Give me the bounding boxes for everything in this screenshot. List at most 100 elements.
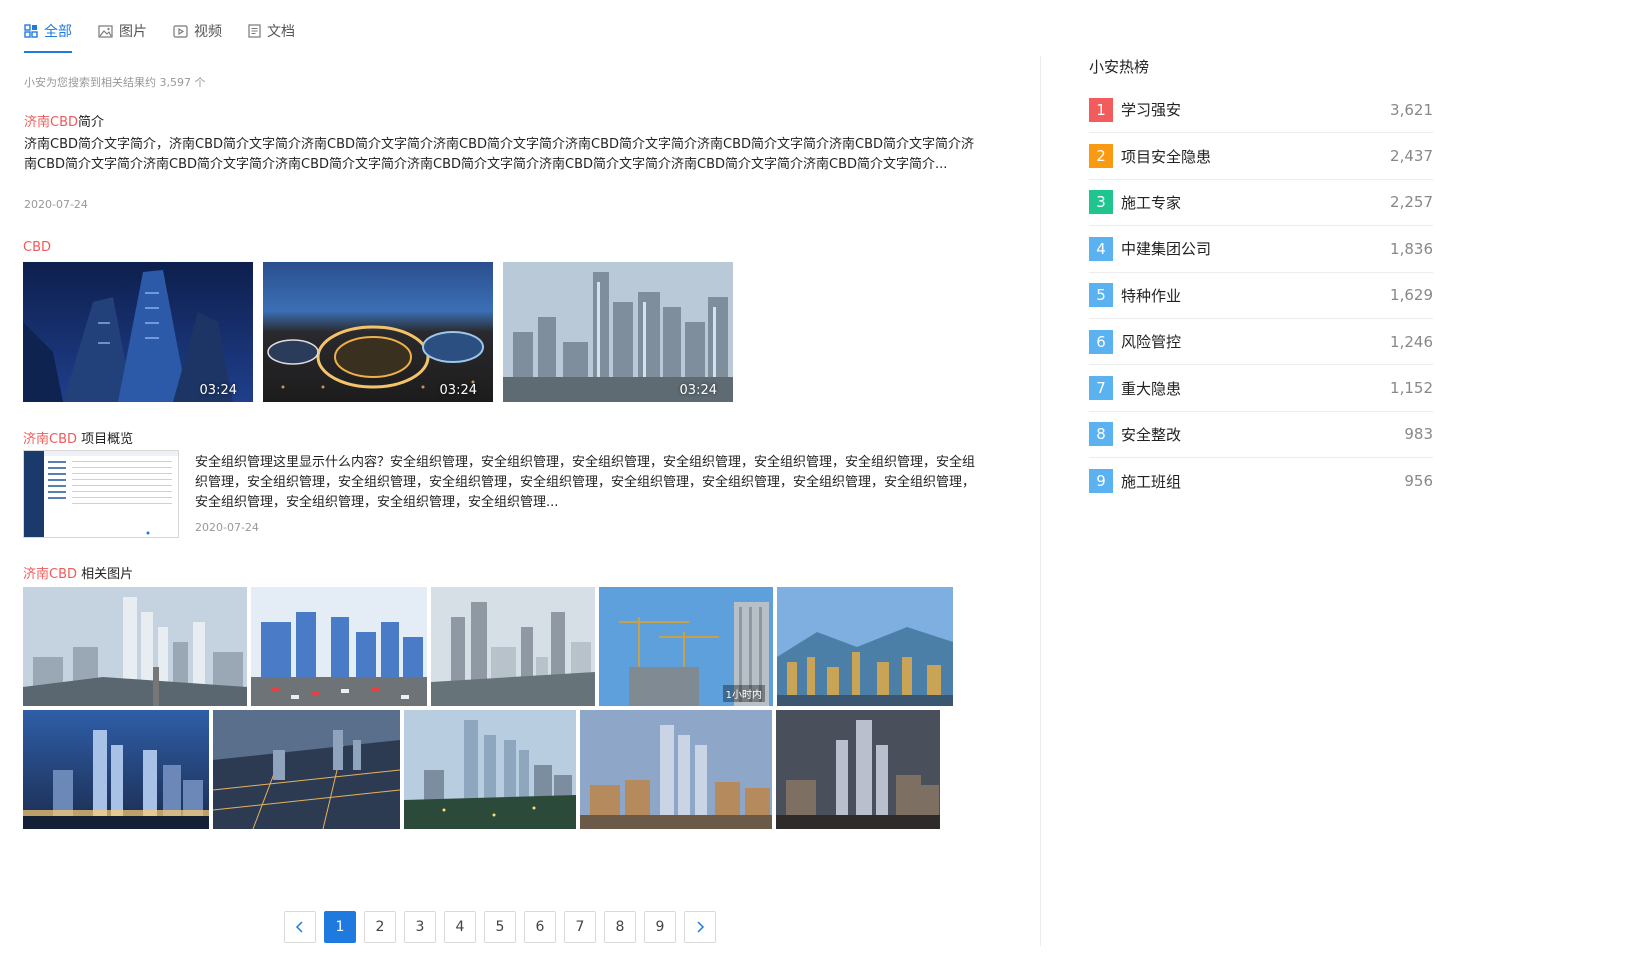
hot-item-label: 重大隐患 xyxy=(1121,379,1182,398)
hot-item-count: 2,437 xyxy=(1390,147,1433,166)
hot-item-label: 安全整改 xyxy=(1121,425,1182,444)
hot-list-item[interactable]: 4 中建集团公司 1,836 xyxy=(1089,226,1433,273)
hot-list-item[interactable]: 5 特种作业 1,629 xyxy=(1089,273,1433,319)
grid-icon xyxy=(24,24,38,38)
page-button[interactable]: 3 xyxy=(404,911,436,943)
result-title-overview[interactable]: 济南CBD 项目概览 xyxy=(23,428,133,447)
page-button[interactable]: 1 xyxy=(324,911,356,943)
image-grid-row: 1小时内 xyxy=(23,587,953,706)
hot-item-label: 中建集团公司 xyxy=(1121,240,1212,259)
related-image[interactable] xyxy=(580,710,772,829)
hot-list-item[interactable]: 2 项目安全隐患 2,437 xyxy=(1089,133,1433,180)
prev-page-button[interactable] xyxy=(284,911,316,943)
title-highlight: 济南CBD xyxy=(23,567,78,582)
result-count: 小安为您搜索到相关结果约 3,597 个 xyxy=(24,76,206,89)
rank-badge: 7 xyxy=(1089,376,1113,401)
hot-item-label: 施工班组 xyxy=(1121,472,1182,491)
hot-item-count: 956 xyxy=(1404,472,1433,491)
related-image[interactable] xyxy=(23,710,209,829)
image-grid-row xyxy=(23,710,940,829)
rank-badge: 4 xyxy=(1089,236,1113,261)
video-icon xyxy=(173,24,188,38)
rank-badge: 8 xyxy=(1089,422,1113,447)
result-date: 2020-07-24 xyxy=(195,521,259,534)
related-image[interactable] xyxy=(213,710,400,829)
related-image[interactable] xyxy=(23,587,247,706)
pagination: 1 2 3 4 5 6 7 8 9 xyxy=(284,911,716,943)
hot-list-item[interactable]: 7 重大隐患 1,152 xyxy=(1089,365,1433,412)
hot-item-label: 项目安全隐患 xyxy=(1121,147,1212,166)
hot-list-item[interactable]: 9 施工班组 956 xyxy=(1089,458,1433,504)
document-thumbnail[interactable] xyxy=(23,450,179,538)
hot-item-label: 特种作业 xyxy=(1121,286,1182,305)
tab-images[interactable]: 图片 xyxy=(98,20,147,42)
title-rest: 项目概览 xyxy=(77,432,134,447)
related-image[interactable] xyxy=(777,587,953,706)
hot-item-count: 1,152 xyxy=(1390,379,1433,398)
video-section-title[interactable]: CBD xyxy=(23,240,51,255)
hot-item-count: 1,629 xyxy=(1390,286,1433,305)
title-rest: 简介 xyxy=(78,115,105,130)
rank-badge: 5 xyxy=(1089,283,1113,308)
tab-all[interactable]: 全部 xyxy=(24,20,72,53)
rank-badge: 3 xyxy=(1089,190,1113,215)
chevron-left-icon xyxy=(295,921,303,933)
video-thumbnail[interactable]: 03:24 xyxy=(263,262,493,402)
video-duration: 03:24 xyxy=(679,383,717,398)
hot-list-item[interactable]: 1 学习强安 3,621 xyxy=(1089,87,1433,134)
related-image[interactable] xyxy=(776,710,940,829)
hot-list: 1 学习强安 3,621 2 项目安全隐患 2,437 3 施工专家 2,257 4 中建集团公司 1… xyxy=(1089,87,1433,505)
page-button[interactable]: 7 xyxy=(564,911,596,943)
result-description: 安全组织管理这里显示什么内容？安全组织管理，安全组织管理，安全组织管理，安全组织… xyxy=(195,455,976,510)
video-list: 03:24 03:24 03:24 xyxy=(23,262,733,402)
tab-label: 全部 xyxy=(44,24,72,40)
result-title-intro[interactable]: 济南CBD简介 xyxy=(24,111,104,130)
page-button[interactable]: 9 xyxy=(644,911,676,943)
hot-item-count: 1,836 xyxy=(1390,239,1433,258)
video-duration: 03:24 xyxy=(199,383,237,398)
result-description: 济南CBD简介文字简介，济南CBD简介文字简介济南CBD简介文字简介济南CBD简… xyxy=(24,137,975,172)
next-page-button[interactable] xyxy=(684,911,716,943)
related-image[interactable] xyxy=(404,710,576,829)
page-button[interactable]: 6 xyxy=(524,911,556,943)
tab-bar: 全部 图片 视频 文档 xyxy=(24,20,295,54)
hot-item-label: 风险管控 xyxy=(1121,333,1182,352)
hot-item-count: 1,246 xyxy=(1390,332,1433,351)
hot-item-count: 2,257 xyxy=(1390,193,1433,212)
column-divider xyxy=(1040,56,1041,946)
title-rest: 相关图片 xyxy=(77,567,134,582)
page-button[interactable]: 2 xyxy=(364,911,396,943)
hot-list-item[interactable]: 8 安全整改 983 xyxy=(1089,412,1433,459)
title-highlight: 济南CBD xyxy=(23,432,78,447)
tab-label: 视频 xyxy=(194,24,222,40)
tab-documents[interactable]: 文档 xyxy=(248,20,295,42)
related-image[interactable] xyxy=(251,587,427,706)
video-thumbnail[interactable]: 03:24 xyxy=(503,262,733,402)
tab-label: 文档 xyxy=(267,24,295,40)
hot-item-count: 3,621 xyxy=(1390,100,1433,119)
result-title-images[interactable]: 济南CBD 相关图片 xyxy=(23,563,133,582)
hot-list-item[interactable]: 3 施工专家 2,257 xyxy=(1089,180,1433,227)
video-thumbnail[interactable]: 03:24 xyxy=(23,262,253,402)
related-image[interactable]: 1小时内 xyxy=(599,587,773,706)
rank-badge: 6 xyxy=(1089,329,1113,354)
hot-list-title: 小安热榜 xyxy=(1089,58,1150,76)
document-icon xyxy=(248,24,261,38)
page-button[interactable]: 8 xyxy=(604,911,636,943)
chevron-right-icon xyxy=(697,921,705,933)
page-button[interactable]: 4 xyxy=(444,911,476,943)
tab-videos[interactable]: 视频 xyxy=(173,20,222,42)
image-icon xyxy=(98,24,113,38)
related-image[interactable] xyxy=(431,587,595,706)
hot-list-item[interactable]: 6 风险管控 1,246 xyxy=(1089,319,1433,366)
rank-badge: 9 xyxy=(1089,469,1113,494)
hot-item-label: 学习强安 xyxy=(1121,101,1182,120)
hot-item-count: 983 xyxy=(1404,425,1433,444)
time-badge: 1小时内 xyxy=(722,685,765,702)
video-duration: 03:24 xyxy=(439,383,477,398)
page-button[interactable]: 5 xyxy=(484,911,516,943)
tab-label: 图片 xyxy=(119,24,147,40)
title-highlight: 济南CBD xyxy=(24,115,79,130)
result-date: 2020-07-24 xyxy=(24,198,88,211)
rank-badge: 1 xyxy=(1089,97,1113,122)
